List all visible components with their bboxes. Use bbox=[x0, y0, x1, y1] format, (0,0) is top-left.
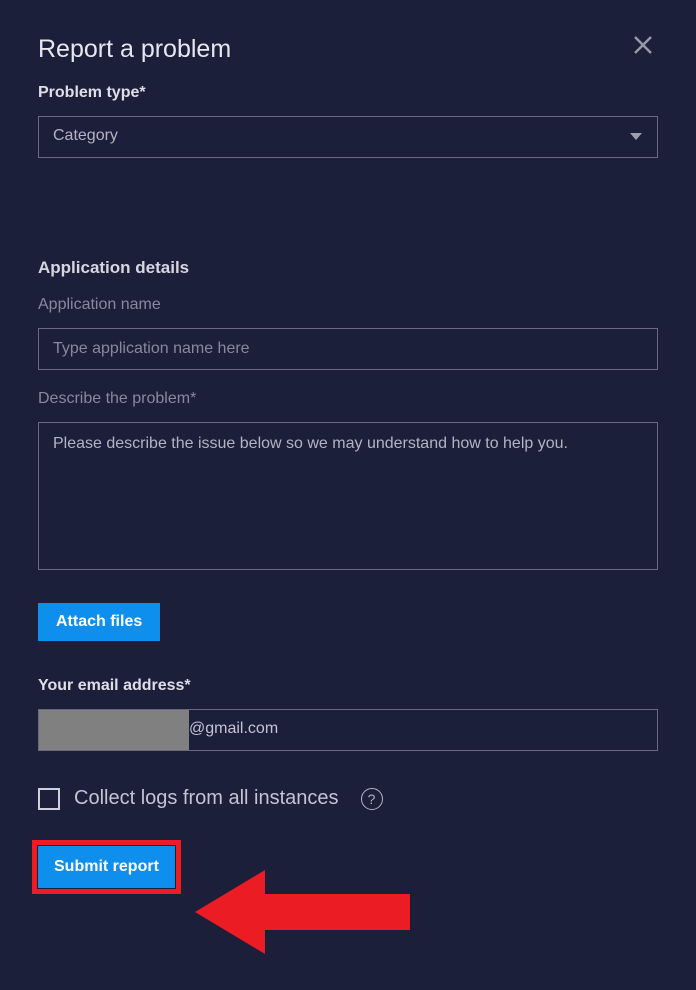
close-icon bbox=[631, 33, 655, 57]
collect-logs-label: Collect logs from all instances bbox=[74, 787, 339, 810]
collect-logs-row: Collect logs from all instances ? bbox=[38, 787, 658, 810]
problem-type-label: Problem type* bbox=[38, 84, 658, 102]
application-name-input[interactable] bbox=[38, 328, 658, 370]
email-redacted-portion bbox=[39, 710, 189, 750]
application-details-header: Application details bbox=[38, 258, 658, 278]
dialog-title: Report a problem bbox=[38, 35, 231, 64]
attach-files-button[interactable]: Attach files bbox=[38, 603, 160, 641]
dialog-header: Report a problem bbox=[38, 35, 658, 64]
problem-type-select[interactable]: Category bbox=[38, 116, 658, 158]
close-button[interactable] bbox=[628, 30, 658, 60]
report-problem-dialog: Report a problem Problem type* Category … bbox=[0, 0, 696, 990]
email-domain-suffix: @gmail.com bbox=[189, 710, 278, 750]
email-label: Your email address* bbox=[38, 677, 658, 695]
describe-problem-textarea[interactable] bbox=[38, 422, 658, 570]
problem-type-select-wrap: Category bbox=[38, 116, 658, 158]
describe-problem-label: Describe the problem* bbox=[38, 390, 658, 408]
email-field[interactable]: @gmail.com bbox=[38, 709, 658, 751]
application-name-label: Application name bbox=[38, 296, 658, 314]
submit-button-wrap: Submit report bbox=[38, 846, 175, 888]
submit-report-button[interactable]: Submit report bbox=[38, 846, 175, 888]
help-icon[interactable]: ? bbox=[361, 788, 383, 810]
annotation-arrow bbox=[195, 862, 415, 967]
collect-logs-checkbox[interactable] bbox=[38, 788, 60, 810]
